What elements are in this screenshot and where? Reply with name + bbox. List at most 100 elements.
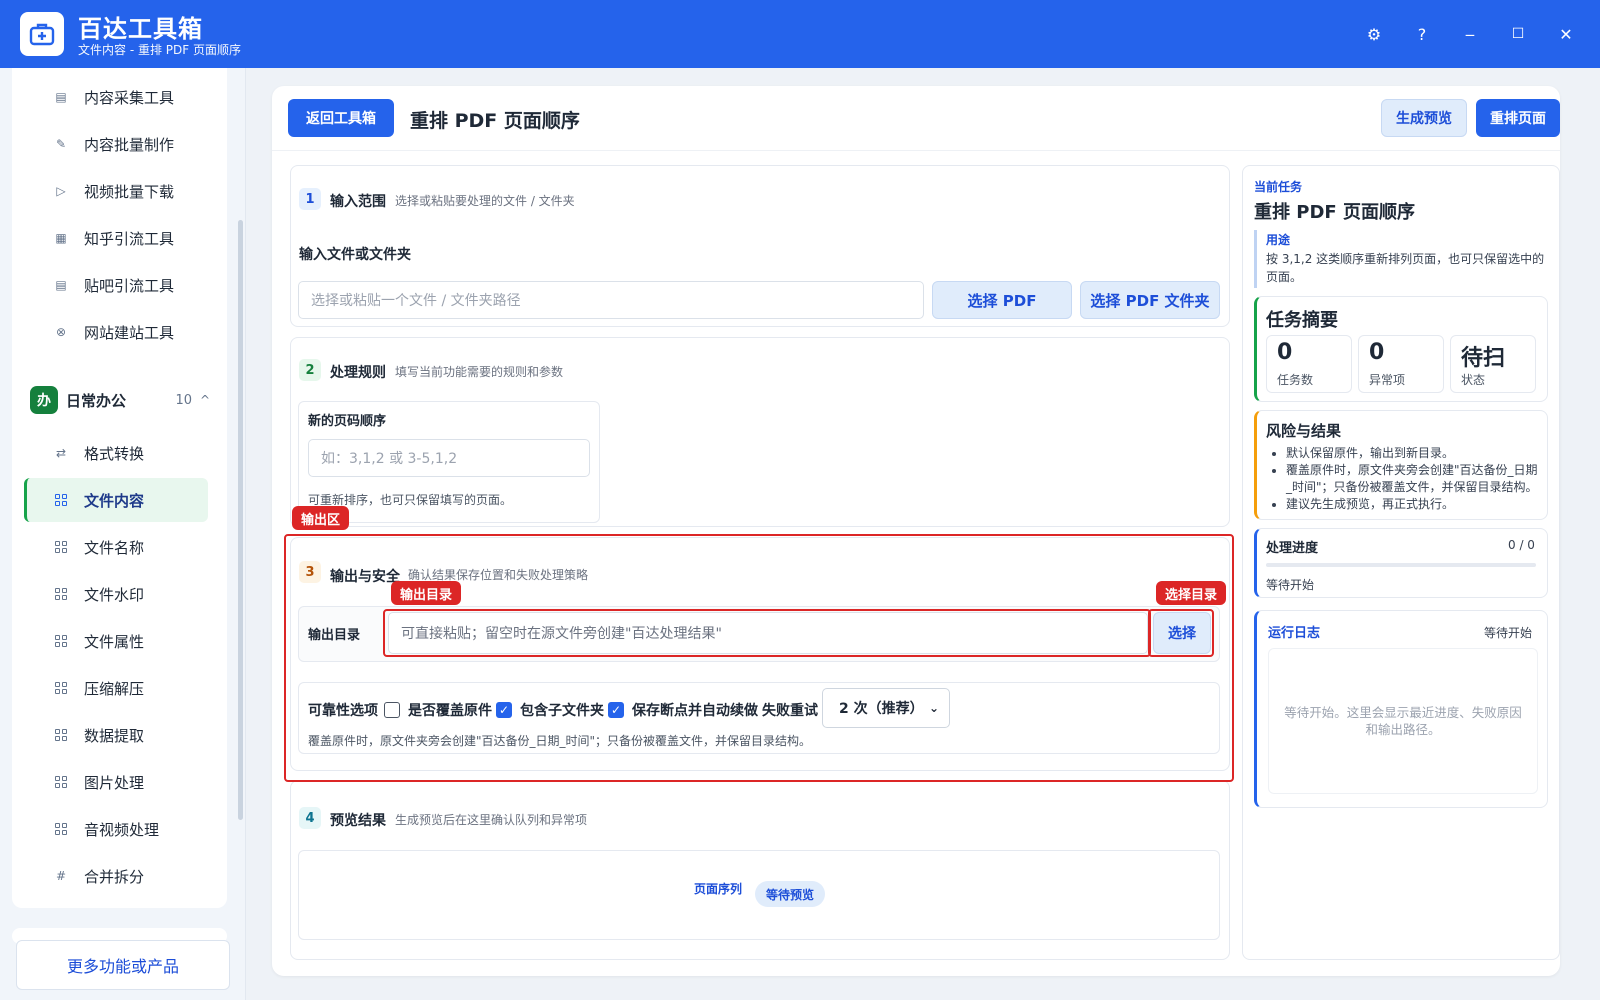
sidebar-item-content-collect[interactable]: ▤ 内容采集工具 [24,75,208,119]
sidebar-item-website[interactable]: ⊗ 网站建站工具 [24,310,208,354]
maximize-button[interactable]: ☐ [1504,20,1532,48]
sidebar-scrollbar[interactable] [238,220,243,820]
stat-label: 状态 [1461,373,1486,387]
stat-task-count: 0 任务数 [1266,335,1352,393]
swap-icon: ⇄ [55,446,67,460]
current-task-label: 当前任务 [1254,180,1303,194]
sidebar-item-label: 文件属性 [84,632,145,651]
section-title: 处理规则 [330,365,386,381]
sidebar-group-office[interactable]: 办 日常办公 10 ^ [30,380,220,420]
stat-value: 待扫 [1461,346,1506,371]
settings-icon[interactable]: ⚙ [1360,20,1388,48]
video-icon: ▷ [56,184,66,198]
hash-icon: # [55,869,67,883]
close-button[interactable]: ✕ [1552,20,1580,48]
sidebar-item-data-extract[interactable]: 数据提取 [24,713,208,757]
sidebar-item-av[interactable]: 音视频处理 [24,807,208,851]
office-badge-icon: 办 [30,386,58,414]
section-desc: 填写当前功能需要的规则和参数 [395,365,564,379]
risk-list: 默认保留原件，输出到新目录。 覆盖原件时，原文件夹旁会创建"百达备份_日期_时间… [1276,445,1542,513]
list-item: 默认保留原件，输出到新目录。 [1286,445,1542,462]
sidebar-item-image[interactable]: 图片处理 [24,760,208,804]
sidebar-item-label: 图片处理 [84,773,145,792]
sidebar-item-label: 音视频处理 [84,820,160,839]
sidebar-group-count: 10 [175,392,192,408]
stat-label: 异常项 [1369,373,1406,387]
input-field-label: 输入文件或文件夹 [299,247,411,263]
risk-title: 风险与结果 [1266,422,1342,440]
sidebar-item-file-content[interactable]: 文件内容 [24,478,208,522]
app-title: 百达工具箱 [78,15,203,43]
tieba-icon: ▤ [55,278,67,292]
select-pdf-folder-button[interactable]: 选择 PDF 文件夹 [1080,281,1220,319]
progress-status: 等待开始 [1266,578,1315,592]
sidebar-item-compress[interactable]: 压缩解压 [24,666,208,710]
sidebar-item-label: 文件名称 [84,538,145,557]
sidebar-item-format-convert[interactable]: ⇄ 格式转换 [24,431,208,475]
title-bar: 百达工具箱 文件内容 - 重排 PDF 页面顺序 ⚙ ? ‒ ☐ ✕ [0,0,1600,68]
page-title: 重排 PDF 页面顺序 [410,110,580,132]
output-dir-tag: 输出目录 [391,581,462,605]
help-icon[interactable]: ? [1408,20,1436,48]
sidebar-item-label: 文件内容 [84,491,145,510]
grid-icon [54,822,68,836]
sidebar-item-label: 数据提取 [84,726,145,745]
preview-status-badge: 等待预览 [755,881,825,907]
stat-label: 任务数 [1277,373,1314,387]
output-dir-highlight [383,609,1151,657]
sidebar-item-label: 格式转换 [84,444,145,463]
sidebar-item-label: 压缩解压 [84,679,145,698]
purpose-label: 用途 [1266,233,1291,247]
sidebar-item-label: 贴吧引流工具 [84,276,175,295]
generate-preview-button[interactable]: 生成预览 [1381,99,1467,137]
list-item: 覆盖原件时，原文件夹旁会创建"百达备份_日期_时间"；只备份被覆盖文件，并保留目… [1286,462,1542,496]
sidebar-item-label: 合并拆分 [84,867,145,886]
section-number: 2 [299,359,321,381]
section-desc: 选择或粘贴要处理的文件 / 文件夹 [395,194,575,208]
sidebar-item-label: 知乎引流工具 [84,229,175,248]
page-sequence-label: 页面序列 [694,882,743,896]
run-log-title: 运行日志 [1268,626,1321,641]
back-to-toolbox-button[interactable]: 返回工具箱 [288,99,394,137]
zhihu-icon: ▦ [55,231,67,245]
more-products-button[interactable]: 更多功能或产品 [16,940,230,990]
stat-exception-count: 0 异常项 [1358,335,1444,393]
select-pdf-button[interactable]: 选择 PDF [932,281,1072,319]
progress-title: 处理进度 [1266,541,1319,556]
minimize-button[interactable]: ‒ [1456,20,1484,48]
stat-value: 0 [1277,340,1293,365]
reorder-pages-button[interactable]: 重排页面 [1476,99,1560,137]
page-order-input[interactable]: 如：3,1,2 或 3-5,1,2 [308,439,590,477]
sidebar-item-file-name[interactable]: 文件名称 [24,525,208,569]
toolbox-logo-icon [20,12,64,56]
grid-icon [54,728,68,742]
grid-icon [54,634,68,648]
sidebar-item-label: 内容批量制作 [84,135,175,154]
grid-icon [54,775,68,789]
sidebar-group-label: 日常办公 [66,391,127,410]
run-log-status: 等待开始 [1484,626,1533,640]
stat-value: 0 [1369,340,1385,365]
sidebar-item-merge-split[interactable]: # 合并拆分 [24,854,208,898]
progress-track [1266,563,1536,567]
input-path-field[interactable]: 选择或粘贴一个文件 / 文件夹路径 [298,281,924,319]
purpose-text: 按 3,1,2 这类顺序重新排列页面，也可只保留选中的页面。 [1266,252,1545,284]
sidebar-item-zhihu[interactable]: ▦ 知乎引流工具 [24,216,208,260]
sidebar-item-batch-make[interactable]: ✎ 内容批量制作 [24,122,208,166]
section-title: 输入范围 [330,194,386,210]
sidebar-item-label: 网站建站工具 [84,323,175,342]
sidebar-item-label: 视频批量下载 [84,182,175,201]
chevron-up-icon[interactable]: ^ [200,393,210,407]
grid-icon [54,681,68,695]
run-log-output[interactable]: 等待开始。这里会显示最近进度、失败原因和输出路径。 [1268,648,1538,794]
sidebar-item-tieba[interactable]: ▤ 贴吧引流工具 [24,263,208,307]
sidebar-item-watermark[interactable]: 文件水印 [24,572,208,616]
sidebar-item-file-attributes[interactable]: 文件属性 [24,619,208,663]
grid-icon [54,540,68,554]
list-item: 建议先生成预览，再正式执行。 [1286,496,1542,513]
sidebar-item-video-download[interactable]: ▷ 视频批量下载 [24,169,208,213]
page-order-label: 新的页码顺序 [308,414,387,429]
current-task-title: 重排 PDF 页面顺序 [1254,202,1415,223]
task-summary-title: 任务摘要 [1266,310,1338,331]
stat-status: 待扫 状态 [1450,335,1536,393]
